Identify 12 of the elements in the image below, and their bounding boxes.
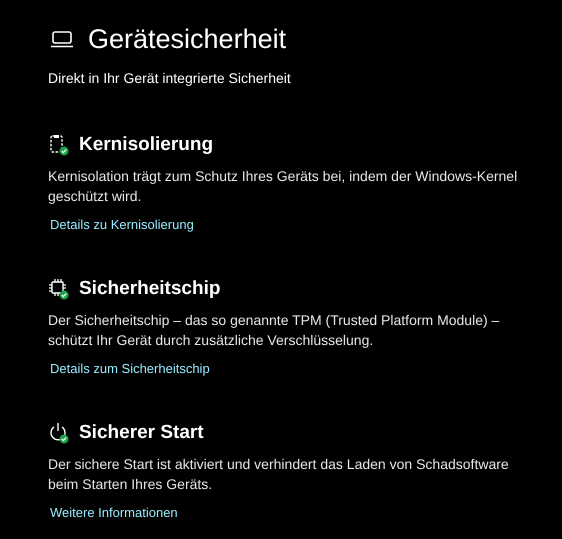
section-heading: Sicherer Start — [79, 421, 204, 445]
details-link[interactable]: Details zum Sicherheitschip — [50, 361, 210, 376]
details-link[interactable]: Details zu Kernisolierung — [50, 217, 194, 232]
details-link[interactable]: Weitere Informationen — [50, 505, 178, 520]
section-heading: Sicherheitschip — [79, 277, 220, 301]
section-description: Der Sicherheitschip – das so genannte TPM (Trusted Platform Module) – schützt Ihr Gerät durch zusätzliche Verschlüsselung. — [48, 311, 500, 350]
page-title: Gerätesicherheit — [88, 23, 286, 56]
laptop-icon — [50, 29, 74, 49]
section-description: Kernisolation trägt zum Schutz Ihres Geräts bei, indem der Windows-Kernel geschützt wird. — [48, 167, 518, 206]
section-heading: Kernisolierung — [79, 133, 214, 157]
section-description: Der sichere Start ist aktiviert und verhindert das Laden von Schadsoftware beim Starten Ihres Geräts. — [48, 455, 510, 494]
page-subtitle: Direkt in Ihr Gerät integrierte Sicherheit — [48, 69, 292, 88]
